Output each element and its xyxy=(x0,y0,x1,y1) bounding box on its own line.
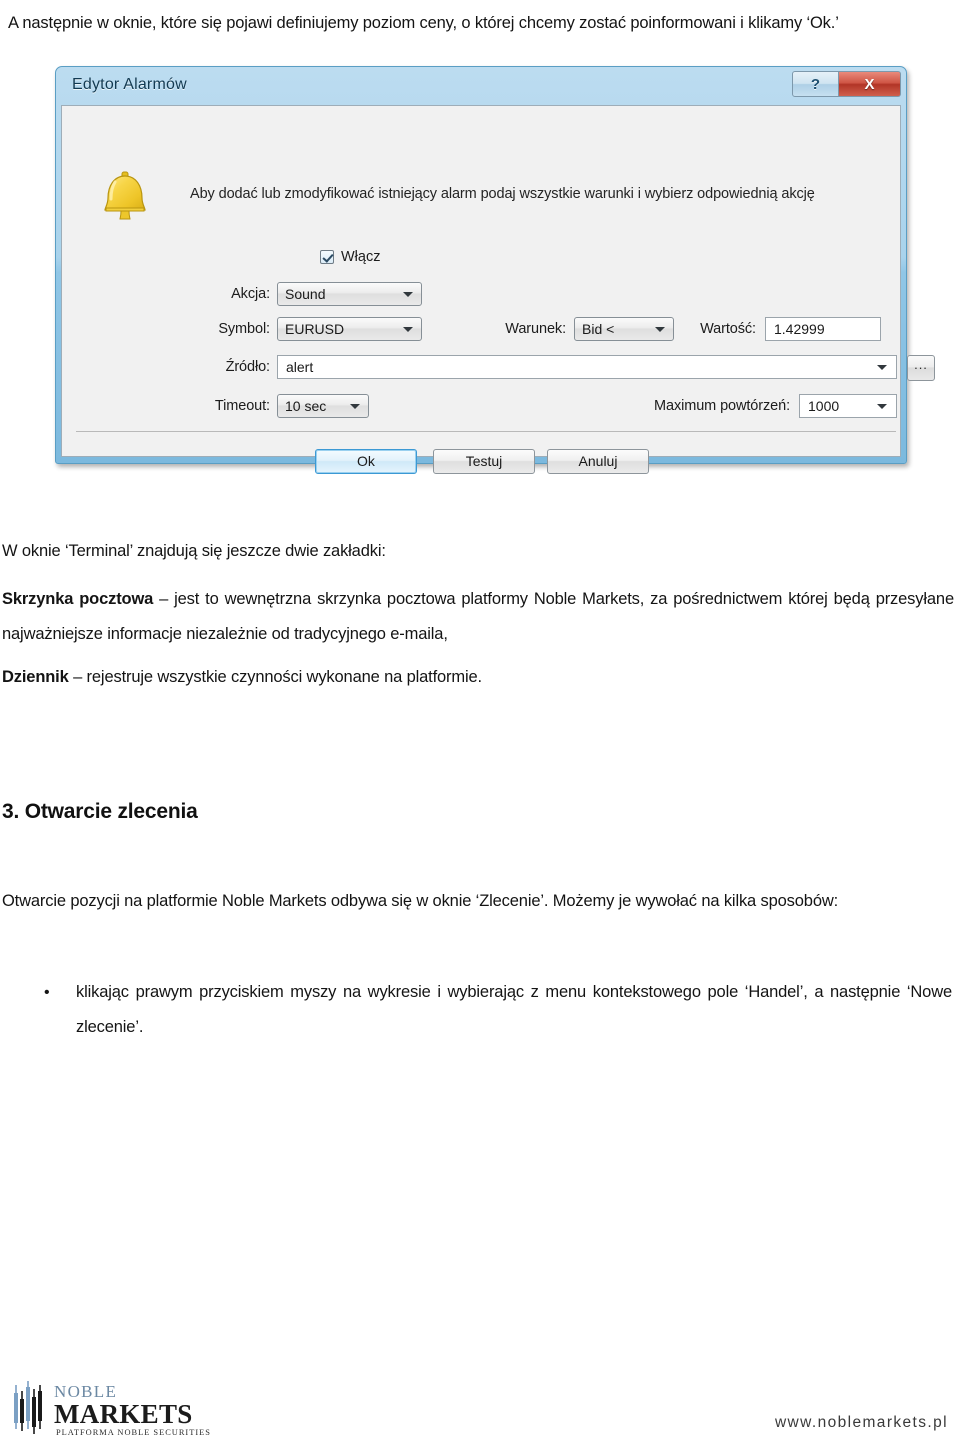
otwarcie-paragraph: Otwarcie pozycji na platformie Noble Mar… xyxy=(2,892,839,910)
wartosc-input[interactable]: 1.42999 xyxy=(765,317,881,341)
skrzynka-term: Skrzynka pocztowa xyxy=(2,590,154,608)
chevron-down-icon xyxy=(403,292,413,297)
list-item: • klikając prawym przyciskiem myszy na w… xyxy=(40,975,952,1045)
list-item-text: klikając prawym przyciskiem myszy na wyk… xyxy=(76,983,952,1036)
chevron-down-icon[interactable] xyxy=(877,365,887,370)
alarm-editor-dialog: Edytor Alarmów ? X Aby dodać lub zmodyfi… xyxy=(55,66,935,474)
window-controls: ? X xyxy=(792,71,901,98)
dziennik-term: Dziennik xyxy=(2,668,69,686)
max-repeat-input[interactable]: 1000 xyxy=(799,394,897,418)
browse-button[interactable]: ... xyxy=(907,355,935,381)
dialog-instruction-text: Aby dodać lub zmodyfikować istniejący al… xyxy=(190,186,815,202)
akcja-label: Akcja: xyxy=(231,286,270,302)
footer-url: www.noblemarkets.pl xyxy=(774,1414,948,1431)
warunek-label: Warunek: xyxy=(505,321,566,337)
dialog-titlebar: Edytor Alarmów ? X xyxy=(61,71,901,105)
close-icon[interactable]: X xyxy=(839,71,901,97)
bullet-list: • klikając prawym przyciskiem myszy na w… xyxy=(40,975,952,1045)
chevron-down-icon[interactable] xyxy=(877,404,887,409)
timeout-select[interactable]: 10 sec xyxy=(277,394,369,418)
akcja-select[interactable]: Sound xyxy=(277,282,422,306)
akcja-value: Sound xyxy=(285,286,326,302)
symbol-value: EURUSD xyxy=(285,321,345,337)
section-heading: 3. Otwarcie zlecenia xyxy=(2,800,198,823)
zrodlo-input[interactable]: alert xyxy=(277,355,897,379)
enable-alarm-checkbox[interactable] xyxy=(320,250,334,264)
ok-button[interactable]: Ok xyxy=(315,449,417,474)
noble-markets-logo: NOBLE MARKETS PLATFORMA NOBLE SECURITIES xyxy=(14,1381,211,1437)
chevron-down-icon xyxy=(655,327,665,332)
wartosc-value: 1.42999 xyxy=(774,321,825,337)
chevron-down-icon xyxy=(403,327,413,332)
dialog-body: Aby dodać lub zmodyfikować istniejący al… xyxy=(61,105,935,474)
zrodlo-label: Źródło: xyxy=(225,359,271,375)
test-button[interactable]: Testuj xyxy=(433,449,535,474)
symbol-select[interactable]: EURUSD xyxy=(277,317,422,341)
dziennik-description: – rejestruje wszystkie czynności wykonan… xyxy=(68,668,482,686)
warunek-select[interactable]: Bid < xyxy=(574,317,674,341)
warunek-value: Bid < xyxy=(582,321,615,337)
enable-label-text: Włącz xyxy=(341,249,381,265)
max-repeat-value: 1000 xyxy=(808,398,840,414)
terminal-paragraph: W oknie ‘Terminal’ znajdują się jeszcze … xyxy=(2,542,386,560)
logo-tagline-text: PLATFORMA NOBLE SECURITIES xyxy=(56,1428,211,1437)
help-icon[interactable]: ? xyxy=(792,71,839,97)
chevron-down-icon xyxy=(350,404,360,409)
dialog-title: Edytor Alarmów xyxy=(72,76,187,93)
enable-alarm-label: Włącz xyxy=(341,249,380,265)
timeout-value: 10 sec xyxy=(285,398,327,414)
zrodlo-value: alert xyxy=(286,359,314,375)
bell-icon xyxy=(104,171,146,220)
logo-markets-text: MARKETS xyxy=(54,1399,193,1429)
dziennik-paragraph: Dziennik – rejestruje wszystkie czynnośc… xyxy=(2,660,952,695)
intro-paragraph: A następnie w oknie, które się pojawi de… xyxy=(8,14,839,32)
enable-alarm-checkbox-row[interactable]: Włącz xyxy=(320,249,380,265)
skrzynka-paragraph: Skrzynka pocztowa – jest to wewnętrzna s… xyxy=(2,582,954,652)
bullet-icon: • xyxy=(44,984,50,1001)
timeout-label: Timeout: xyxy=(214,398,270,414)
symbol-label: Symbol: xyxy=(218,321,270,337)
button-separator xyxy=(76,431,896,432)
max-repeat-label: Maximum powtórzeń: xyxy=(654,398,790,414)
wartosc-label: Wartość: xyxy=(700,321,756,337)
candlestick-mark xyxy=(14,1381,42,1434)
cancel-button[interactable]: Anuluj xyxy=(547,449,649,474)
